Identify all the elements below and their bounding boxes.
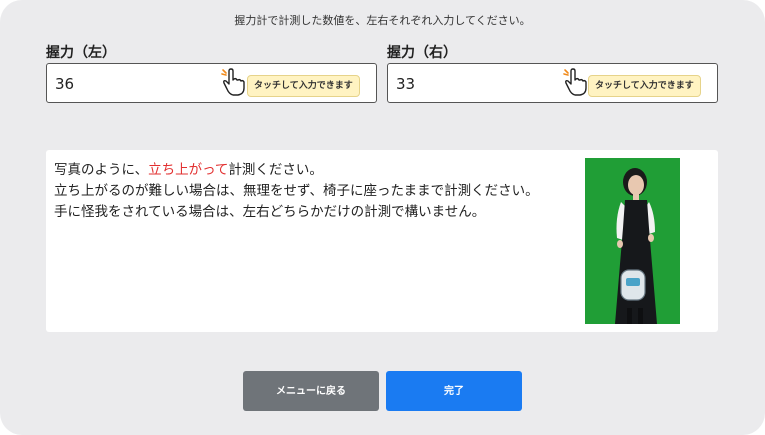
right-grip-label: 握力（右）	[387, 45, 457, 61]
back-to-menu-button[interactable]: メニューに戻る	[243, 371, 379, 411]
left-grip-value: 36	[55, 75, 75, 93]
instruction-line-3: 手に怪我をされている場合は、左右どちらかだけの計測で構いません。	[54, 204, 486, 220]
stand-up-highlight: 立ち上がって	[148, 162, 229, 178]
instruction-text: 握力計で計測した数値を、左右それぞれ入力してください。	[234, 14, 531, 27]
right-grip-input[interactable]: 33 タッチして入力できます	[387, 63, 718, 103]
standing-person-image	[585, 158, 680, 324]
measurement-panel: 握力計で計測した数値を、左右それぞれ入力してください。 握力（左） 36 タッチ…	[0, 0, 765, 435]
done-button[interactable]: 完了	[386, 371, 522, 411]
example-photo	[585, 158, 680, 324]
instruction-line-1: 写真のように、立ち上がって計測ください。	[54, 160, 554, 181]
right-touch-hint: タッチして入力できます	[588, 75, 701, 97]
instructions-box: 写真のように、立ち上がって計測ください。 立ち上がるのが難しい場合は、無理をせず…	[46, 150, 718, 332]
left-grip-input[interactable]: 36 タッチして入力できます	[46, 63, 377, 103]
line1-prefix: 写真のように、	[54, 162, 149, 178]
pointing-hand-icon	[221, 68, 245, 96]
left-touch-hint: タッチして入力できます	[247, 75, 360, 97]
right-grip-value: 33	[396, 75, 416, 93]
line1-suffix: 計測ください。	[228, 162, 323, 178]
pointing-hand-icon	[563, 68, 587, 96]
left-grip-label: 握力（左）	[46, 45, 116, 61]
instructions-text: 写真のように、立ち上がって計測ください。 立ち上がるのが難しい場合は、無理をせず…	[54, 160, 554, 223]
instruction-line-2: 立ち上がるのが難しい場合は、無理をせず、椅子に座ったままで計測ください。	[54, 183, 539, 199]
